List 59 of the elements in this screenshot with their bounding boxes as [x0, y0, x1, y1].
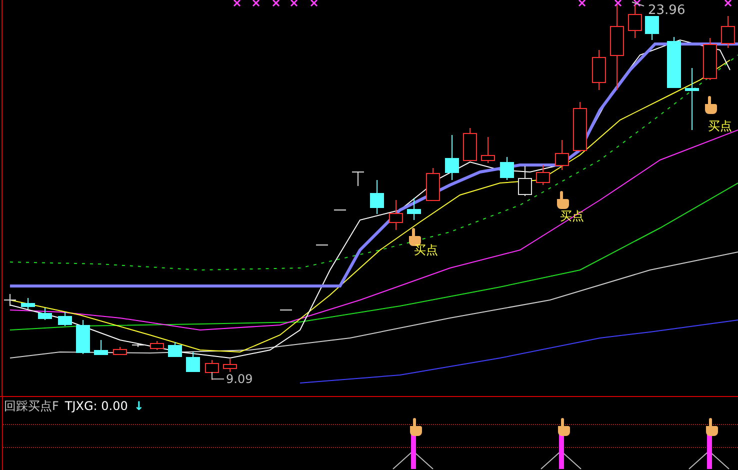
candlestick [4, 294, 16, 306]
candlestick [500, 156, 514, 180]
down-arrow: ↓ [134, 399, 144, 413]
indicator-readout: TJXG: 0.00 [64, 399, 128, 413]
candlestick [555, 140, 569, 170]
candlestick [370, 180, 384, 214]
candlestick [573, 102, 587, 152]
price-label: 9.09 [226, 373, 253, 386]
hand-icon [410, 418, 422, 436]
candlestick [132, 342, 144, 348]
candlestick [536, 164, 550, 186]
cross-marker-icon [233, 0, 241, 7]
candlestick [518, 166, 532, 196]
cross-marker-icon [724, 0, 732, 7]
candlestick [628, 4, 642, 38]
hand-icon [409, 228, 421, 246]
candlestick [21, 298, 35, 310]
candlestick [76, 320, 90, 354]
candlestick [113, 346, 127, 356]
candlestick [168, 342, 182, 358]
candlestick [150, 340, 164, 350]
cross-marker-icon [290, 0, 298, 7]
candlestick [316, 244, 328, 246]
candlestick [389, 200, 403, 230]
candlestick [186, 352, 200, 372]
candlestick [94, 340, 108, 356]
leader-line [212, 372, 224, 380]
hand-icon [705, 96, 717, 114]
candlestick [721, 16, 735, 48]
candlestick [463, 128, 477, 161]
hand-icon [706, 418, 718, 436]
candlestick [58, 312, 72, 326]
candlestick [223, 358, 237, 372]
candlestick [481, 136, 495, 164]
candlestick [685, 68, 699, 130]
candlestick [205, 360, 219, 380]
cross-marker-icon [614, 0, 622, 7]
price-label: 23.96 [648, 4, 686, 17]
buy-signal-label: 买点 [560, 210, 584, 223]
cross-marker-icon [272, 0, 280, 7]
buy-signal-label: 买点 [708, 120, 732, 133]
buy-signal-label: 买点 [414, 244, 438, 257]
candlestick [38, 308, 52, 320]
candlestick [592, 50, 606, 90]
candlestick [352, 172, 364, 186]
candlestick [667, 36, 681, 88]
candlestick [407, 198, 421, 220]
indicator-title: 回踩买点F [4, 399, 59, 413]
candlestick [445, 134, 459, 180]
candlestick [703, 38, 717, 80]
candlestick [426, 168, 440, 201]
candlestick [645, 16, 659, 40]
leader-line [632, 2, 644, 6]
cross-marker-icon [633, 0, 641, 7]
hand-icon [558, 418, 570, 436]
cross-marker-icon [252, 0, 260, 7]
cross-marker-icon [578, 0, 586, 7]
hand-icon [557, 191, 569, 209]
cross-marker-icon [310, 0, 318, 7]
